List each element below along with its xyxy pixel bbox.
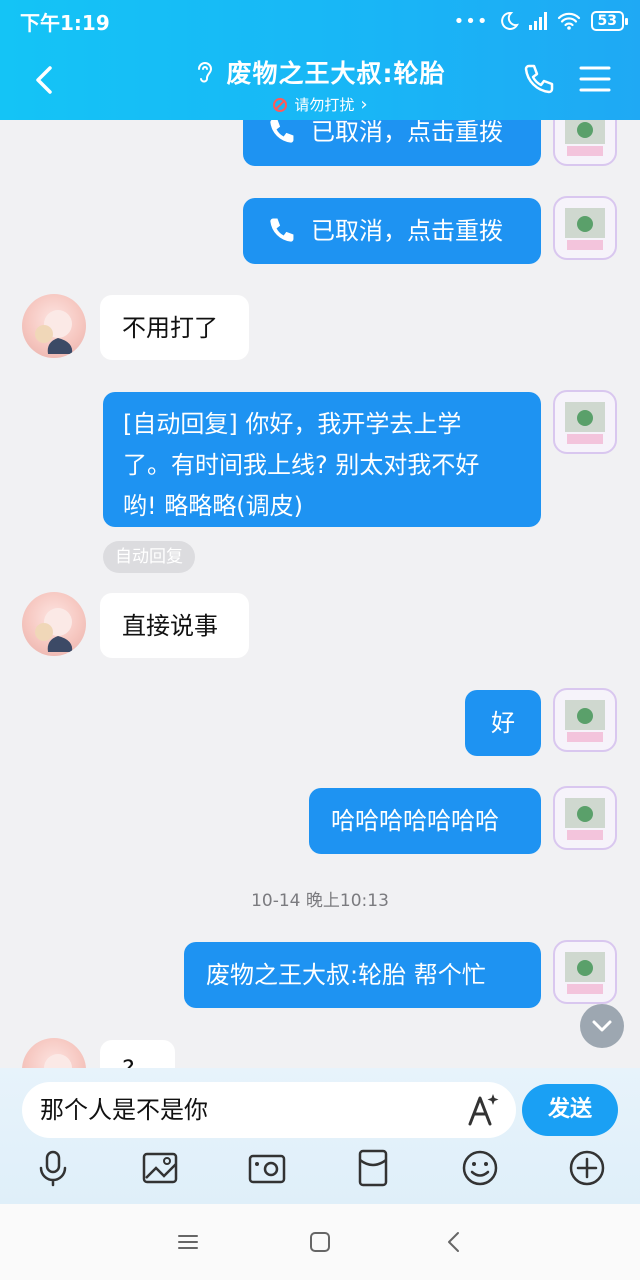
no-disturb-icon — [273, 97, 288, 112]
my-avatar[interactable] — [553, 390, 617, 454]
chevron-down-icon — [592, 1020, 612, 1032]
message-input-value: 那个人是不是你 — [40, 1096, 208, 1124]
menu-button[interactable] — [578, 64, 612, 94]
dnd-label: 请勿打扰 — [294, 96, 355, 114]
send-button[interactable]: 发送 — [522, 1084, 618, 1136]
message-list[interactable]: 已取消，点击重拨 已取消，点击重拨 不用打了 [自动回复] 你好，我开学去上学 … — [0, 120, 640, 1068]
contact-avatar[interactable] — [22, 1038, 86, 1068]
font-style-icon[interactable] — [462, 1090, 502, 1130]
back-nav-icon[interactable] — [440, 1228, 468, 1256]
message-line: 了。有时间我上线? 别太对我不好 — [123, 451, 480, 479]
phone-icon — [270, 120, 294, 143]
message-bubble[interactable]: 废物之王大叔:轮胎 帮个忙 — [184, 942, 541, 1008]
message-bubble[interactable]: 已取消，点击重拨 — [243, 198, 541, 264]
message-bubble[interactable]: 直接说事 — [100, 593, 249, 658]
input-toolbar — [0, 1148, 640, 1194]
message-bubble[interactable]: 已取消，点击重拨 — [243, 120, 541, 166]
recents-menu-icon[interactable] — [174, 1228, 202, 1256]
system-nav-bar — [0, 1204, 640, 1280]
message-text: 废物之王大叔:轮胎 帮个忙 — [206, 961, 486, 989]
earpiece-icon — [197, 62, 212, 83]
message-timestamp: 10-14 晚上10:13 — [251, 891, 389, 911]
my-avatar[interactable] — [553, 196, 617, 260]
dnd-status[interactable]: 请勿打扰 › — [120, 94, 520, 115]
chat-title-area[interactable]: 废物之王大叔:轮胎 请勿打扰 › — [120, 54, 520, 115]
avatar-image — [565, 120, 605, 156]
signal-icon — [528, 12, 547, 30]
home-icon[interactable] — [306, 1228, 334, 1256]
image-icon[interactable] — [140, 1148, 180, 1188]
message-text: 已取消，点击重拨 — [311, 217, 503, 245]
back-button[interactable] — [30, 60, 60, 100]
message-input[interactable]: 那个人是不是你 — [22, 1082, 516, 1138]
status-icons: ••• 53 — [453, 10, 629, 32]
more-dots-icon: ••• — [453, 10, 489, 32]
avatar-image — [35, 310, 73, 354]
avatar-image — [565, 700, 605, 742]
auto-reply-tag: 自动回复 — [103, 541, 195, 573]
message-text: 直接说事 — [122, 611, 218, 640]
emoji-icon[interactable] — [460, 1148, 500, 1188]
my-avatar[interactable] — [553, 120, 617, 166]
message-text: 不用打了 — [122, 313, 218, 342]
my-avatar[interactable] — [553, 940, 617, 1004]
avatar-image — [565, 208, 605, 250]
chat-title: 废物之王大叔:轮胎 — [226, 59, 446, 88]
status-bar: 下午1:19 ••• 53 — [20, 8, 629, 35]
wifi-icon — [557, 12, 580, 30]
phone-call-button[interactable] — [520, 62, 556, 98]
input-area: 那个人是不是你 发送 — [0, 1068, 640, 1204]
avatar-image — [565, 402, 605, 444]
message-bubble[interactable]: 不用打了 — [100, 295, 249, 360]
contact-avatar[interactable] — [22, 294, 86, 358]
plus-icon[interactable] — [567, 1148, 607, 1188]
do-not-disturb-moon-icon — [500, 11, 519, 30]
avatar-image — [565, 798, 605, 840]
message-text: 哈哈哈哈哈哈哈 — [331, 807, 499, 835]
mic-icon[interactable] — [33, 1148, 73, 1188]
message-bubble[interactable]: 哈哈哈哈哈哈哈 — [309, 788, 541, 854]
avatar-image — [565, 952, 605, 994]
message-bubble[interactable]: [自动回复] 你好，我开学去上学 了。有时间我上线? 别太对我不好 哟! 略略略… — [103, 392, 541, 527]
message-text: ? — [122, 1050, 135, 1068]
chat-header: 下午1:19 ••• 53 废物之王大叔:轮胎 请勿打扰 › — [0, 0, 640, 120]
red-packet-icon[interactable] — [353, 1148, 393, 1188]
message-text: 已取消，点击重拨 — [311, 120, 503, 146]
status-time: 下午1:19 — [20, 10, 110, 35]
scroll-to-bottom-button[interactable] — [580, 1004, 624, 1048]
message-bubble[interactable]: 好 — [465, 690, 541, 756]
message-line: 哟! 略略略(调皮) — [123, 492, 303, 520]
message-text: 好 — [491, 709, 515, 737]
camera-icon[interactable] — [247, 1148, 287, 1188]
avatar-image — [44, 1054, 72, 1068]
battery-icon: 53 — [590, 11, 629, 31]
message-bubble[interactable]: ? — [100, 1040, 175, 1068]
phone-icon — [270, 218, 294, 242]
my-avatar[interactable] — [553, 786, 617, 850]
my-avatar[interactable] — [553, 688, 617, 752]
chevron-right-icon: › — [360, 94, 368, 115]
contact-avatar[interactable] — [22, 592, 86, 656]
message-line: [自动回复] 你好，我开学去上学 — [123, 410, 462, 438]
avatar-image — [35, 608, 73, 652]
